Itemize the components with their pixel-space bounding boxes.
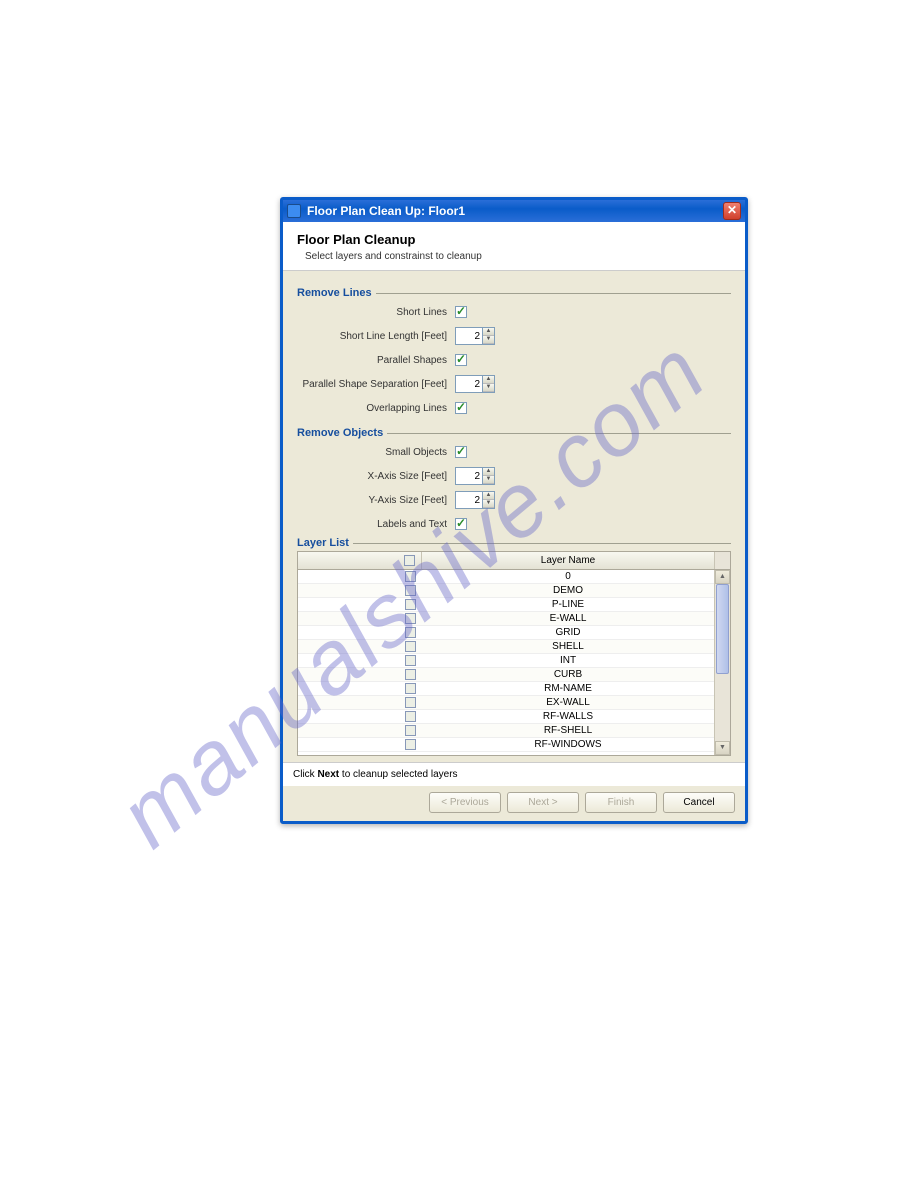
close-button[interactable]: ✕	[723, 202, 741, 220]
window-title: Floor Plan Clean Up: Floor1	[307, 204, 465, 218]
dialog-content: Remove Lines Short Lines Short Line Leng…	[283, 271, 745, 762]
layer-row-checkbox[interactable]	[405, 599, 416, 610]
x-axis-size-label: X-Axis Size [Feet]	[297, 471, 455, 482]
short-lines-checkbox[interactable]	[455, 306, 467, 318]
spinner-down-icon[interactable]: ▼	[483, 500, 494, 508]
layer-row[interactable]: EX-WALL	[298, 696, 714, 710]
layer-list-group-label: Layer List	[297, 537, 731, 549]
layer-row[interactable]: RM-NAME	[298, 682, 714, 696]
layer-row-checkbox[interactable]	[405, 571, 416, 582]
parallel-separation-label: Parallel Shape Separation [Feet]	[297, 379, 455, 390]
labels-and-text-checkbox[interactable]	[455, 518, 467, 530]
parallel-shapes-checkbox[interactable]	[455, 354, 467, 366]
layer-name-cell: SHELL	[422, 641, 714, 652]
app-icon	[287, 204, 301, 218]
select-all-checkbox[interactable]	[404, 555, 415, 566]
layer-row-checkbox[interactable]	[405, 725, 416, 736]
layer-row-checkbox[interactable]	[405, 669, 416, 680]
scroll-down-icon[interactable]: ▼	[715, 741, 730, 755]
layer-scrollbar[interactable]: ▲ ▼	[714, 570, 730, 755]
layer-row-checkbox[interactable]	[405, 711, 416, 722]
y-axis-size-input[interactable]	[456, 492, 482, 508]
layer-row[interactable]: CURB	[298, 668, 714, 682]
layer-name-cell: DEMO	[422, 585, 714, 596]
header-subtitle: Select layers and constrainst to cleanup	[305, 251, 731, 262]
layer-row-checkbox[interactable]	[405, 655, 416, 666]
x-axis-size-input[interactable]	[456, 468, 482, 484]
spinner-down-icon[interactable]: ▼	[483, 384, 494, 392]
layer-row[interactable]: DEMO	[298, 584, 714, 598]
next-button[interactable]: Next >	[507, 792, 579, 813]
overlapping-lines-label: Overlapping Lines	[297, 403, 455, 414]
remove-lines-group-label: Remove Lines	[297, 287, 731, 299]
scroll-header	[714, 552, 730, 569]
scroll-up-icon[interactable]: ▲	[715, 570, 730, 584]
layer-name-cell: 0	[422, 571, 714, 582]
layer-name-cell: INT	[422, 655, 714, 666]
layer-row[interactable]: RF-WINDOWS	[298, 738, 714, 752]
dialog-header: Floor Plan Cleanup Select layers and con…	[283, 222, 745, 271]
spinner-up-icon[interactable]: ▲	[483, 328, 494, 336]
layer-row[interactable]: SHELL	[298, 640, 714, 654]
layer-row[interactable]: P-LINE	[298, 598, 714, 612]
layer-row[interactable]: GRID	[298, 626, 714, 640]
parallel-separation-input[interactable]	[456, 376, 482, 392]
short-lines-label: Short Lines	[297, 307, 455, 318]
parallel-shapes-label: Parallel Shapes	[297, 355, 455, 366]
layer-name-cell: RM-NAME	[422, 683, 714, 694]
layer-name-cell: RF-WINDOWS	[422, 739, 714, 750]
y-axis-size-spinner[interactable]: ▲ ▼	[455, 491, 495, 509]
layer-name-cell: EX-WALL	[422, 697, 714, 708]
layer-row[interactable]: INT	[298, 654, 714, 668]
layer-row[interactable]: 0	[298, 570, 714, 584]
spinner-up-icon[interactable]: ▲	[483, 492, 494, 500]
layer-row[interactable]: RF-WALLS	[298, 710, 714, 724]
layer-row[interactable]: E-WALL	[298, 612, 714, 626]
layer-row-checkbox[interactable]	[405, 739, 416, 750]
layer-name-cell: RF-WALLS	[422, 711, 714, 722]
spinner-down-icon[interactable]: ▼	[483, 476, 494, 484]
layer-row-checkbox[interactable]	[405, 697, 416, 708]
layer-row[interactable]: RF-SHELL	[298, 724, 714, 738]
layer-row-checkbox[interactable]	[405, 641, 416, 652]
x-axis-size-spinner[interactable]: ▲ ▼	[455, 467, 495, 485]
finish-button[interactable]: Finish	[585, 792, 657, 813]
layer-table-header: Layer Name	[298, 552, 730, 570]
overlapping-lines-checkbox[interactable]	[455, 402, 467, 414]
wizard-button-row: < Previous Next > Finish Cancel	[283, 786, 745, 821]
layer-table: Layer Name 0 DEMO P-LINE E-WALL GRID SHELL INT…	[297, 551, 731, 756]
floor-plan-cleanup-dialog: Floor Plan Clean Up: Floor1 ✕ Floor Plan…	[280, 197, 748, 824]
scroll-thumb[interactable]	[716, 584, 729, 674]
labels-and-text-label: Labels and Text	[297, 519, 455, 530]
header-checkbox-column[interactable]	[298, 552, 422, 569]
short-line-length-label: Short Line Length [Feet]	[297, 331, 455, 342]
cancel-button[interactable]: Cancel	[663, 792, 735, 813]
parallel-separation-spinner[interactable]: ▲ ▼	[455, 375, 495, 393]
layer-table-body: 0 DEMO P-LINE E-WALL GRID SHELL INT CURB RM-NAME…	[298, 570, 730, 755]
layer-name-cell: GRID	[422, 627, 714, 638]
small-objects-label: Small Objects	[297, 447, 455, 458]
spinner-down-icon[interactable]: ▼	[483, 336, 494, 344]
small-objects-checkbox[interactable]	[455, 446, 467, 458]
layer-row-checkbox[interactable]	[405, 683, 416, 694]
y-axis-size-label: Y-Axis Size [Feet]	[297, 495, 455, 506]
layer-name-column-header: Layer Name	[422, 552, 714, 569]
short-line-length-input[interactable]	[456, 328, 482, 344]
titlebar: Floor Plan Clean Up: Floor1 ✕	[283, 200, 745, 222]
footer-instruction: Click Next to cleanup selected layers	[283, 762, 745, 786]
layer-row-checkbox[interactable]	[405, 585, 416, 596]
previous-button[interactable]: < Previous	[429, 792, 501, 813]
layer-row-checkbox[interactable]	[405, 627, 416, 638]
short-line-length-spinner[interactable]: ▲ ▼	[455, 327, 495, 345]
layer-name-cell: E-WALL	[422, 613, 714, 624]
layer-row-checkbox[interactable]	[405, 613, 416, 624]
remove-objects-group-label: Remove Objects	[297, 427, 731, 439]
header-title: Floor Plan Cleanup	[297, 232, 731, 247]
layer-name-cell: RF-SHELL	[422, 725, 714, 736]
spinner-up-icon[interactable]: ▲	[483, 376, 494, 384]
layer-name-cell: CURB	[422, 669, 714, 680]
layer-name-cell: P-LINE	[422, 599, 714, 610]
spinner-up-icon[interactable]: ▲	[483, 468, 494, 476]
